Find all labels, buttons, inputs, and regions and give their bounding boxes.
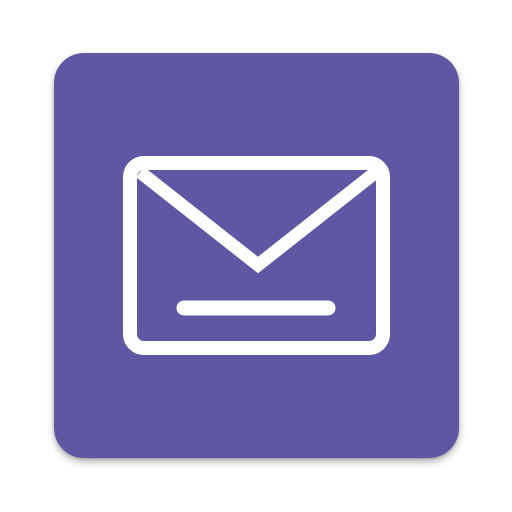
app-icon-tile[interactable]: [54, 53, 459, 458]
icon-background: [54, 53, 459, 458]
icon-canvas: [0, 0, 512, 512]
mail-icon: [54, 53, 459, 458]
